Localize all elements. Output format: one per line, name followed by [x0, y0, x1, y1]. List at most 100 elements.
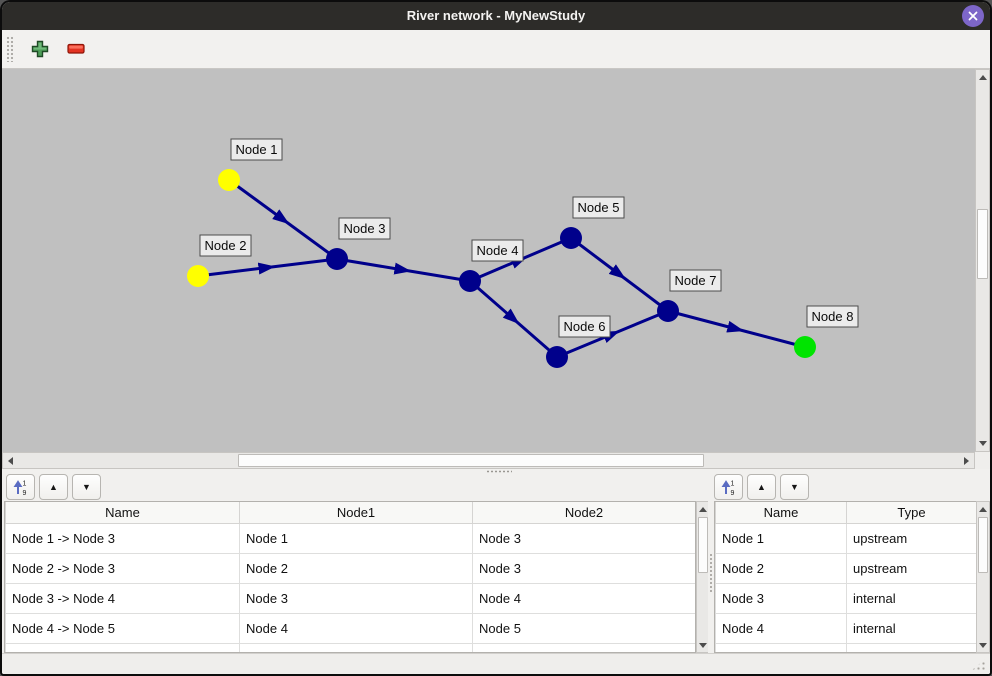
- canvas-hscrollbar[interactable]: [2, 452, 975, 469]
- plus-icon: [31, 40, 49, 58]
- table-cell[interactable]: Node 4: [716, 614, 847, 644]
- table-cell[interactable]: Node 3: [716, 584, 847, 614]
- scroll-down-icon: [979, 643, 987, 648]
- network-canvas[interactable]: Node 1 Node 2 Node 3 Node 4 Node 5 Node 6 Node…: [2, 69, 975, 452]
- graph-node-label[interactable]: Node 3: [339, 218, 390, 239]
- scroll-down-button[interactable]: [976, 436, 989, 451]
- scroll-down-icon: [699, 643, 707, 648]
- svg-text:Node 3: Node 3: [344, 221, 386, 236]
- graph-edge[interactable]: [571, 238, 668, 311]
- graph-node[interactable]: [459, 270, 481, 292]
- column-header-type[interactable]: Type: [847, 502, 977, 524]
- table-cell[interactable]: upstream: [847, 524, 977, 554]
- table-row[interactable]: Node 4 -> Node 5Node 4Node 5: [6, 614, 696, 644]
- nodes-toolbar: 1 9 ▲ ▼: [712, 473, 811, 501]
- add-button[interactable]: [29, 38, 51, 60]
- graph-node-label[interactable]: Node 7: [670, 270, 721, 291]
- table-cell[interactable]: Node 4 -> Node 5: [6, 614, 240, 644]
- table-cell[interactable]: upstream: [847, 554, 977, 584]
- table-cell[interactable]: Node 2: [240, 554, 473, 584]
- canvas-row: Node 1 Node 2 Node 3 Node 4 Node 5 Node 6 Node…: [2, 69, 990, 452]
- remove-button[interactable]: [65, 38, 87, 60]
- column-header-node2[interactable]: Node2: [473, 502, 696, 524]
- nodes-table: Name Type Node 1upstreamNode 2upstreamNo…: [714, 501, 977, 653]
- graph-node[interactable]: [326, 248, 348, 270]
- up-arrow-icon: ▲: [757, 483, 766, 492]
- svg-text:1: 1: [730, 480, 734, 487]
- titlebar[interactable]: River network - MyNewStudy: [2, 2, 990, 30]
- table-cell[interactable]: Node 2: [716, 554, 847, 584]
- table-cell[interactable]: Node 5: [473, 614, 696, 644]
- graph-edge[interactable]: [470, 281, 557, 357]
- table-row[interactable]: Node 4internal: [716, 614, 977, 644]
- move-up-button[interactable]: ▲: [39, 474, 68, 500]
- table-cell[interactable]: Node 3: [473, 554, 696, 584]
- graph-node[interactable]: [794, 336, 816, 358]
- graph-edge[interactable]: [668, 311, 805, 347]
- table-cell[interactable]: Node 3: [240, 584, 473, 614]
- graph-node-label[interactable]: Node 1: [231, 139, 282, 160]
- table-cell[interactable]: Node 3 -> Node 4: [6, 584, 240, 614]
- table-row[interactable]: Node 1upstream: [716, 524, 977, 554]
- move-down-button[interactable]: ▼: [72, 474, 101, 500]
- canvas-vscrollbar[interactable]: [975, 69, 990, 452]
- graph-node-label[interactable]: Node 5: [573, 197, 624, 218]
- column-header-node1[interactable]: Node1: [240, 502, 473, 524]
- table-row[interactable]: Node 2upstream: [716, 554, 977, 584]
- svg-text:Node 5: Node 5: [578, 200, 620, 215]
- graph-node[interactable]: [560, 227, 582, 249]
- table-cell[interactable]: Node 3: [473, 524, 696, 554]
- graph-node[interactable]: [546, 346, 568, 368]
- graph-edge[interactable]: [337, 259, 470, 281]
- table-cell[interactable]: internal: [847, 614, 977, 644]
- svg-text:Node 1: Node 1: [236, 142, 278, 157]
- svg-text:9: 9: [22, 490, 26, 496]
- app-window: River network - MyNewStudy: [0, 0, 992, 676]
- scroll-down-button[interactable]: [977, 638, 989, 652]
- toolbar-grip[interactable]: [6, 36, 13, 62]
- scroll-left-button[interactable]: [3, 453, 18, 468]
- table-cell[interactable]: Node 1: [716, 524, 847, 554]
- horizontal-splitter[interactable]: [2, 469, 990, 473]
- table-cell[interactable]: Node 4: [240, 614, 473, 644]
- resize-grip[interactable]: [971, 658, 986, 671]
- graph-node[interactable]: [218, 169, 240, 191]
- move-down-button[interactable]: ▼: [780, 474, 809, 500]
- canvas-hscroll-thumb[interactable]: [238, 454, 704, 467]
- sort-nodes-button[interactable]: 1 9: [714, 474, 743, 500]
- scroll-thumb[interactable]: [978, 517, 988, 573]
- window-body: River network - MyNewStudy: [2, 2, 990, 674]
- nodes-table-scrollbar[interactable]: [976, 501, 990, 653]
- graph-edge[interactable]: [198, 259, 337, 276]
- table-row[interactable]: Node 3 -> Node 4Node 3Node 4: [6, 584, 696, 614]
- scroll-right-button[interactable]: [959, 453, 974, 468]
- graph-node[interactable]: [657, 300, 679, 322]
- sort-links-button[interactable]: 1 9: [6, 474, 35, 500]
- splitter-handle-icon: [486, 470, 512, 473]
- links-header-row: Name Node1 Node2: [6, 502, 696, 524]
- table-row[interactable]: Node 2 -> Node 3Node 2Node 3: [6, 554, 696, 584]
- table-cell[interactable]: Node 1: [240, 524, 473, 554]
- graph-node[interactable]: [187, 265, 209, 287]
- graph-node-label[interactable]: Node 8: [807, 306, 858, 327]
- close-button[interactable]: [962, 5, 984, 27]
- scroll-up-button[interactable]: [977, 502, 989, 516]
- graph-node-label[interactable]: Node 4: [472, 240, 523, 261]
- table-cell[interactable]: Node 4: [473, 584, 696, 614]
- table-cell[interactable]: Node 2 -> Node 3: [6, 554, 240, 584]
- table-cell[interactable]: Node 1 -> Node 3: [6, 524, 240, 554]
- move-up-button[interactable]: ▲: [747, 474, 776, 500]
- graph-node-label[interactable]: Node 2: [200, 235, 251, 256]
- graph-node-label[interactable]: Node 6: [559, 316, 610, 337]
- column-header-name[interactable]: Name: [716, 502, 847, 524]
- minus-icon: [67, 43, 85, 55]
- scroll-thumb[interactable]: [698, 517, 708, 573]
- sort-icon: 1 9: [13, 479, 29, 496]
- column-header-name[interactable]: Name: [6, 502, 240, 524]
- table-cell[interactable]: internal: [847, 584, 977, 614]
- table-row[interactable]: Node 1 -> Node 3Node 1Node 3: [6, 524, 696, 554]
- canvas-vscroll-thumb[interactable]: [977, 209, 988, 279]
- table-row[interactable]: Node 3internal: [716, 584, 977, 614]
- main-toolbar: [2, 30, 990, 69]
- scroll-up-button[interactable]: [976, 70, 989, 85]
